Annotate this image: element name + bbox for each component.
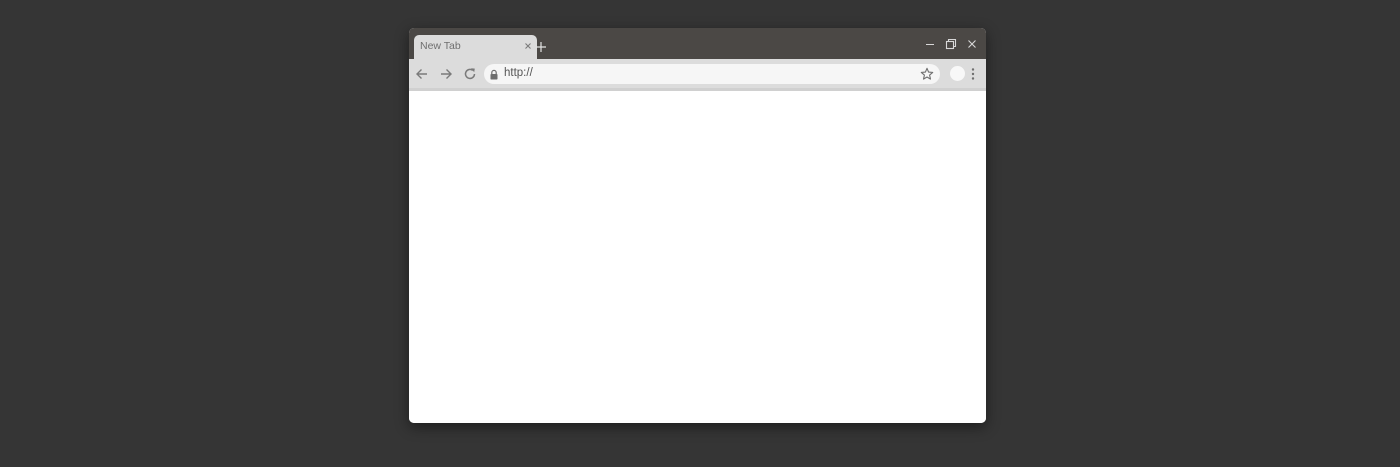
reload-icon[interactable]: [463, 67, 477, 81]
arrow-left-icon[interactable]: [415, 67, 429, 81]
tab-title: New Tab: [420, 40, 461, 52]
address-bar[interactable]: http://: [484, 64, 940, 84]
tab-new-tab[interactable]: New Tab: [414, 35, 537, 59]
star-icon[interactable]: [920, 67, 934, 81]
close-icon[interactable]: [966, 37, 978, 49]
close-icon[interactable]: [523, 40, 533, 52]
restore-icon[interactable]: [945, 37, 957, 50]
lock-icon: [489, 68, 499, 80]
kebab-menu-icon[interactable]: [970, 67, 976, 81]
minimize-icon[interactable]: [924, 37, 936, 49]
arrow-right-icon[interactable]: [439, 67, 453, 81]
plus-icon[interactable]: [535, 40, 547, 52]
title-bar: New Tab: [409, 28, 986, 59]
page-content: [409, 91, 986, 423]
browser-window: New Tab http://: [409, 28, 986, 423]
avatar[interactable]: [950, 66, 965, 81]
url-text[interactable]: http://: [504, 67, 533, 79]
toolbar: http://: [409, 59, 986, 91]
